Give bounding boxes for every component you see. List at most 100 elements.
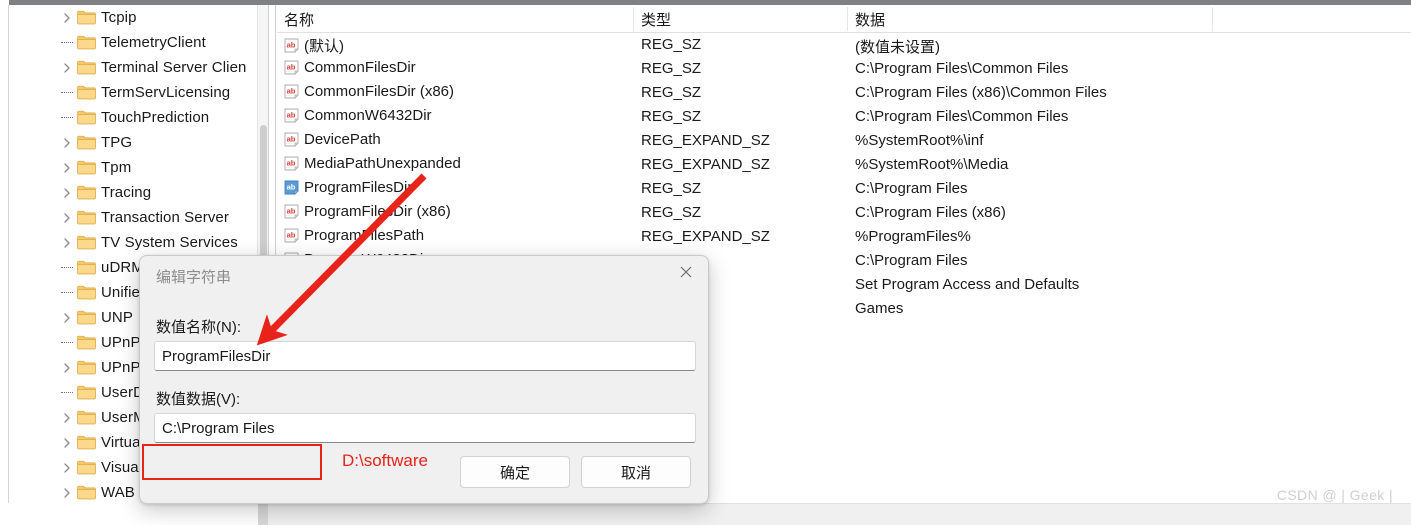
string-value-icon: ab: [284, 38, 299, 53]
chevron-right-icon[interactable]: [61, 487, 73, 499]
value-name-cell[interactable]: ab DevicePath: [284, 131, 381, 148]
tree-item-label: UPnP: [101, 334, 141, 351]
value-name-cell[interactable]: ab CommonW6432Dir: [284, 107, 432, 124]
folder-icon: [77, 35, 96, 50]
tree-item-label: TPG: [101, 134, 133, 151]
cancel-button[interactable]: 取消: [581, 456, 691, 488]
folder-icon: [77, 110, 96, 125]
column-divider-1[interactable]: [633, 7, 634, 31]
chevron-right-icon[interactable]: [61, 462, 73, 474]
tree-item[interactable]: Tpm: [9, 155, 257, 180]
table-row[interactable]: ab (默认) REG_SZ (数值未设置): [277, 33, 1411, 57]
chevron-right-icon[interactable]: [61, 412, 73, 424]
value-name-cell[interactable]: ab CommonFilesDir: [284, 59, 416, 76]
string-value-icon: ab: [284, 108, 299, 123]
folder-icon: [77, 385, 96, 400]
tree-scrollbar-thumb[interactable]: [260, 125, 267, 275]
chevron-right-icon[interactable]: [61, 162, 73, 174]
chevron-right-icon[interactable]: [61, 212, 73, 224]
tree-item[interactable]: Terminal Server Clien: [9, 55, 257, 80]
value-name-cell[interactable]: ab (默认): [284, 35, 344, 56]
tree-item-label: UNP: [101, 309, 133, 326]
tree-item[interactable]: TV System Services: [9, 230, 257, 255]
value-name-text: ProgramFilesPath: [304, 227, 425, 244]
tree-item-label: Tracing: [101, 184, 152, 201]
svg-text:ab: ab: [287, 206, 296, 215]
chevron-right-icon[interactable]: [61, 437, 73, 449]
table-row[interactable]: ab CommonFilesDir REG_SZ C:\Program Files\C…: [277, 57, 1411, 81]
status-bar: [0, 503, 1411, 525]
list-column-header[interactable]: 名称 类型 数据: [277, 5, 1411, 33]
value-name-text: ProgramFilesDir (x86): [304, 203, 451, 220]
tree-item[interactable]: Transaction Server: [9, 205, 257, 230]
column-divider-2[interactable]: [847, 7, 848, 31]
table-row[interactable]: ab CommonW6432Dir REG_SZ C:\Program Files\C…: [277, 105, 1411, 129]
chevron-right-icon[interactable]: [61, 12, 73, 24]
chevron-right-icon[interactable]: [61, 62, 73, 74]
dialog-title: 编辑字符串: [156, 269, 232, 286]
value-name-text: DevicePath: [304, 131, 381, 148]
status-bar-left-gap: [0, 503, 258, 525]
tree-item-label: TouchPrediction: [101, 109, 210, 126]
tree-item[interactable]: Tracing: [9, 180, 257, 205]
edit-string-dialog[interactable]: 编辑字符串 数值名称(N): ProgramFilesDir 数值数据(V): …: [139, 255, 709, 504]
value-data-input[interactable]: C:\Program Files: [154, 413, 696, 443]
value-data-cell: C:\Program Files\Common Files: [855, 60, 1069, 77]
value-name-text: ProgramFilesDir: [304, 179, 413, 196]
column-header-data[interactable]: 数据: [855, 9, 885, 30]
column-header-name[interactable]: 名称: [284, 9, 314, 30]
folder-icon: [77, 160, 96, 175]
value-type-cell: REG_SZ: [641, 180, 702, 197]
value-name-cell[interactable]: ab MediaPathUnexpanded: [284, 155, 461, 172]
value-name-cell[interactable]: ab CommonFilesDir (x86): [284, 83, 454, 100]
table-row[interactable]: ab ProgramFilesDir (x86) REG_SZ C:\Program …: [277, 201, 1411, 225]
column-divider-3[interactable]: [1212, 7, 1213, 31]
value-name-cell[interactable]: ab ProgramFilesDir: [284, 179, 412, 196]
value-data-label: 数值数据(V):: [156, 391, 241, 408]
tree-connector-line: [61, 292, 73, 293]
value-name-cell[interactable]: ab ProgramFilesDir (x86): [284, 203, 451, 220]
svg-text:ab: ab: [287, 230, 296, 239]
svg-text:ab: ab: [287, 158, 296, 167]
chevron-right-icon[interactable]: [61, 187, 73, 199]
registry-editor-window: Tcpip TelemetryClient Terminal Server Clie…: [0, 0, 1411, 525]
chevron-right-icon[interactable]: [61, 362, 73, 374]
value-data-cell: %SystemRoot%\Media: [855, 156, 1009, 173]
folder-icon: [77, 460, 96, 475]
tree-item[interactable]: TouchPrediction: [9, 105, 257, 130]
tree-item-label: TV System Services: [101, 234, 238, 251]
svg-text:ab: ab: [287, 134, 296, 143]
table-row[interactable]: ab ProgramFilesDir REG_SZ C:\Program Files: [277, 177, 1411, 201]
svg-text:ab: ab: [287, 86, 296, 95]
folder-icon: [77, 310, 96, 325]
folder-icon: [77, 85, 96, 100]
close-icon[interactable]: [664, 256, 708, 288]
chevron-right-icon[interactable]: [61, 237, 73, 249]
value-name-cell[interactable]: ab ProgramFilesPath: [284, 227, 424, 244]
tree-item[interactable]: TelemetryClient: [9, 30, 257, 55]
table-row[interactable]: ab ProgramFilesPath REG_EXPAND_SZ %ProgramF…: [277, 225, 1411, 249]
tree-item[interactable]: Tcpip: [9, 5, 257, 30]
table-row[interactable]: ab DevicePath REG_EXPAND_SZ %SystemRoot%\in…: [277, 129, 1411, 153]
tree-item-label: TelemetryClient: [101, 34, 206, 51]
chevron-right-icon[interactable]: [61, 137, 73, 149]
table-row[interactable]: ab CommonFilesDir (x86) REG_SZ C:\Program F…: [277, 81, 1411, 105]
tree-item[interactable]: TermServLicensing: [9, 80, 257, 105]
annotation-highlight-box: [142, 444, 322, 480]
column-header-type[interactable]: 类型: [641, 9, 671, 30]
svg-text:ab: ab: [287, 182, 296, 191]
folder-icon: [77, 335, 96, 350]
table-row[interactable]: ab MediaPathUnexpanded REG_EXPAND_SZ %Syste…: [277, 153, 1411, 177]
ok-button[interactable]: 确定: [460, 456, 570, 488]
string-value-icon: ab: [284, 228, 299, 243]
tree-connector-line: [61, 392, 73, 393]
folder-icon: [77, 285, 96, 300]
tree-item-label: Transaction Server: [101, 209, 229, 226]
tree-item-label: uDRM: [101, 259, 144, 276]
chevron-right-icon[interactable]: [61, 312, 73, 324]
value-data-cell: %SystemRoot%\inf: [855, 132, 984, 149]
value-type-cell: REG_EXPAND_SZ: [641, 156, 770, 173]
tree-item[interactable]: TPG: [9, 130, 257, 155]
value-name-input[interactable]: ProgramFilesDir: [154, 341, 696, 371]
tree-item-label: UserD: [101, 384, 145, 401]
